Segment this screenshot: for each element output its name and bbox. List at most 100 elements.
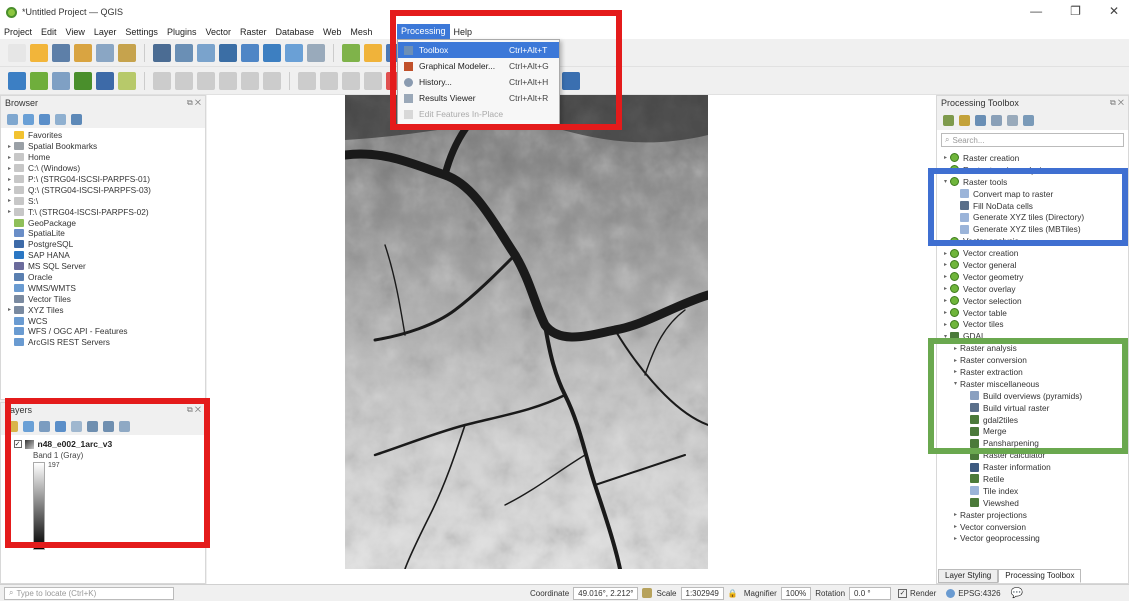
tab-processing-toolbox[interactable]: Processing Toolbox — [998, 569, 1082, 583]
toolbar-button-icon[interactable] — [219, 43, 237, 62]
toolbox-item[interactable]: ▸ Vector geometry — [941, 271, 1128, 283]
remove-layer-icon[interactable] — [119, 420, 130, 432]
browser-item[interactable]: ▸ Q:\ (STRG04-ISCSI-PARPFS-03) — [5, 184, 205, 195]
expand-arrow-icon[interactable]: ▸ — [941, 166, 950, 173]
panel-float-close-icon[interactable]: ⧉ ✕ — [187, 405, 201, 415]
scale-lock-icon[interactable]: 🔒 — [728, 589, 738, 598]
expand-arrow-icon[interactable]: ▾ — [941, 178, 950, 185]
browser-item[interactable]: Vector Tiles — [5, 293, 205, 304]
toolbox-item[interactable]: ▸ Vector table — [941, 307, 1128, 319]
browser-item[interactable]: ArcGIS REST Servers — [5, 337, 205, 348]
browser-item[interactable]: GeoPackage — [5, 217, 205, 228]
toolbar-button-icon[interactable] — [96, 71, 114, 90]
toolbar-button-icon[interactable] — [342, 71, 360, 90]
crs-label[interactable]: EPSG:4326 — [958, 589, 1000, 598]
toolbox-item[interactable]: ▾ GDAL — [941, 330, 1128, 342]
elevation-raster[interactable] — [340, 91, 713, 571]
toolbox-item[interactable]: ▸ Raster extraction — [941, 366, 1128, 378]
expand-all-icon[interactable] — [87, 420, 98, 432]
expand-arrow-icon[interactable]: ▸ — [951, 357, 960, 364]
toolbox-search-input[interactable]: ⌕ Search... — [941, 133, 1124, 147]
menu-vector[interactable]: Vector — [205, 27, 231, 37]
maximize-button[interactable]: ❐ — [1070, 4, 1081, 18]
browser-item[interactable]: ▸ T:\ (STRG04-ISCSI-PARPFS-02) — [5, 206, 205, 217]
toolbar-button-icon[interactable] — [285, 43, 303, 62]
extents-toggle-icon[interactable] — [642, 588, 653, 598]
toolbox-item[interactable]: Raster information — [941, 461, 1128, 473]
toolbox-item[interactable]: ▸ Raster creation — [941, 152, 1128, 164]
filter-legend-icon[interactable] — [55, 420, 66, 432]
locator-search-input[interactable]: ⌕ Type to locate (Ctrl+K) — [4, 586, 174, 600]
toolbox-item[interactable]: Viewshed — [941, 497, 1128, 509]
toolbox-item[interactable]: ▾ Raster tools — [941, 176, 1128, 188]
menu-web[interactable]: Web — [323, 27, 341, 37]
refresh-icon[interactable] — [23, 113, 34, 125]
expand-arrow-icon[interactable]: ▸ — [941, 321, 950, 328]
toolbar-button-icon[interactable] — [118, 43, 136, 62]
toolbar-button-icon[interactable] — [364, 43, 382, 62]
toolbox-item[interactable]: Generate XYZ tiles (MBTiles) — [941, 223, 1128, 235]
expand-arrow-icon[interactable]: ▸ — [5, 154, 14, 161]
coordinate-field[interactable]: 49.016°, 2.212° — [573, 586, 639, 600]
toolbar-button-icon[interactable] — [74, 71, 92, 90]
toolbox-item[interactable]: Merge — [941, 425, 1128, 437]
toolbox-item[interactable]: Generate XYZ tiles (Directory) — [941, 211, 1128, 223]
expand-arrow-icon[interactable]: ▸ — [941, 250, 950, 257]
toolbar-button-icon[interactable] — [96, 43, 114, 62]
browser-item[interactable]: ▸ C:\ (Windows) — [5, 163, 205, 174]
menu-mesh[interactable]: Mesh — [350, 27, 372, 37]
manage-themes-icon[interactable] — [39, 420, 50, 432]
toolbox-item[interactable]: ▸ Raster analysis — [941, 342, 1128, 354]
expand-arrow-icon[interactable]: ▾ — [941, 333, 950, 340]
toolbox-item[interactable]: Convert map to raster — [941, 188, 1128, 200]
history-icon[interactable] — [975, 114, 986, 126]
toolbar-button-icon[interactable] — [175, 71, 193, 90]
toolbar-button-icon[interactable] — [263, 43, 281, 62]
toolbox-item[interactable]: gdal2tiles — [941, 414, 1128, 426]
scripts-icon[interactable] — [959, 114, 970, 126]
collapse-all-icon[interactable] — [103, 420, 114, 432]
toolbar-button-icon[interactable] — [307, 43, 325, 62]
expand-arrow-icon[interactable]: ▸ — [5, 186, 14, 193]
expand-arrow-icon[interactable]: ▸ — [5, 197, 14, 204]
toolbox-item[interactable]: Build virtual raster — [941, 402, 1128, 414]
browser-item[interactable]: Favorites — [5, 130, 205, 141]
toolbox-item[interactable]: ▸ Vector analysis — [941, 235, 1128, 247]
toolbar-button-icon[interactable] — [342, 43, 360, 62]
toolbox-item[interactable]: ▸ Raster conversion — [941, 354, 1128, 366]
menu-item-toolbox[interactable]: Toolbox Ctrl+Alt+T — [398, 42, 559, 58]
toolbox-item[interactable]: ▸ Raster terrain analysis — [941, 164, 1128, 176]
toolbar-button-icon[interactable] — [30, 71, 48, 90]
expand-arrow-icon[interactable]: ▸ — [941, 273, 950, 280]
browser-item[interactable]: WCS — [5, 315, 205, 326]
toolbar-button-icon[interactable] — [153, 71, 171, 90]
edit-in-place-icon[interactable] — [1007, 114, 1018, 126]
minimize-button[interactable]: — — [1030, 4, 1042, 18]
layer-visibility-checkbox[interactable]: ✓ — [13, 440, 22, 448]
menu-view[interactable]: View — [66, 27, 85, 37]
expand-arrow-icon[interactable]: ▸ — [941, 297, 950, 304]
expand-arrow-icon[interactable]: ▸ — [941, 154, 950, 161]
toolbar-button-icon[interactable] — [263, 71, 281, 90]
browser-item[interactable]: ▸ S:\ — [5, 195, 205, 206]
toolbox-item[interactable]: ▸ Vector selection — [941, 295, 1128, 307]
menu-project[interactable]: Project — [4, 27, 32, 37]
browser-item[interactable]: PostgreSQL — [5, 239, 205, 250]
expand-arrow-icon[interactable]: ▾ — [951, 380, 960, 387]
browser-item[interactable]: Oracle — [5, 272, 205, 283]
results-icon[interactable] — [991, 114, 1002, 126]
toolbox-item[interactable]: ▸ Vector creation — [941, 247, 1128, 259]
filter-expression-icon[interactable] — [71, 420, 82, 432]
toolbar-button-icon[interactable] — [562, 71, 580, 90]
expand-arrow-icon[interactable]: ▸ — [951, 345, 960, 352]
collapse-arrow-icon[interactable]: ▾ — [7, 440, 11, 448]
toolbox-item[interactable]: ▸ Vector general — [941, 259, 1128, 271]
panel-float-close-icon[interactable]: ⧉ ✕ — [1110, 98, 1124, 108]
menu-settings[interactable]: Settings — [125, 27, 158, 37]
toolbox-item[interactable]: ▸ Vector conversion — [941, 521, 1128, 533]
toolbar-button-icon[interactable] — [298, 71, 316, 90]
toolbar-button-icon[interactable] — [118, 71, 136, 90]
menu-item-history[interactable]: History... Ctrl+Alt+H — [398, 74, 559, 90]
crs-icon[interactable] — [946, 588, 956, 598]
toolbox-item[interactable]: ▸ Vector tiles — [941, 318, 1128, 330]
